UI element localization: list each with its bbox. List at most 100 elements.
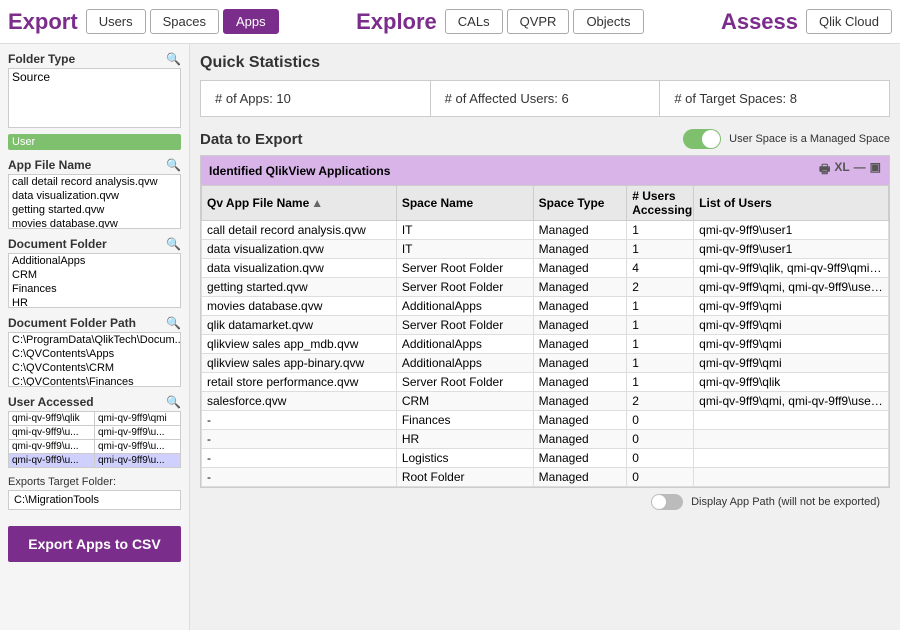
col-space-name[interactable]: Space Name	[396, 186, 533, 221]
document-folder-path-label: Document Folder Path	[8, 316, 136, 330]
cell-space: CRM	[396, 392, 533, 411]
document-folder-label: Document Folder	[8, 237, 107, 251]
table-row: getting started.qvwServer Root FolderMan…	[202, 278, 889, 297]
cell-users: 1	[627, 297, 694, 316]
cell-users: 1	[627, 335, 694, 354]
table-row: -Root FolderManaged0	[202, 468, 889, 487]
col-users-accessing[interactable]: # UsersAccessing	[627, 186, 694, 221]
folder-type-search-icon[interactable]: 🔍	[166, 52, 181, 66]
table-icon-excel[interactable]: XL	[834, 160, 849, 181]
display-path-toggle[interactable]	[651, 494, 683, 510]
cell-type: Managed	[533, 468, 627, 487]
exports-target-label: Exports Target Folder:	[8, 476, 181, 488]
cell-app: -	[202, 449, 397, 468]
cell-space: Server Root Folder	[396, 316, 533, 335]
data-export-header: Data to Export User Space is a Managed S…	[200, 129, 890, 149]
list-item[interactable]: HR	[9, 296, 180, 308]
exports-target-input[interactable]	[8, 490, 181, 510]
cell-list: qmi-qv-9ff9\user1	[694, 221, 889, 240]
cell-space: Server Root Folder	[396, 373, 533, 392]
list-item[interactable]: C:\QVContents\Finances	[9, 375, 180, 387]
document-path-list[interactable]: C:\ProgramData\QlikTech\Docum... C:\QVCo…	[8, 332, 181, 387]
cell-app: data visualization.qvw	[202, 240, 397, 259]
document-folder-list[interactable]: AdditionalApps CRM Finances HR IT	[8, 253, 181, 308]
list-item[interactable]: C:\QVContents\CRM	[9, 361, 180, 375]
table-icon-minimize[interactable]: —	[854, 160, 866, 181]
cell-app: qlik datamarket.qvw	[202, 316, 397, 335]
toggle-sm-knob	[652, 495, 666, 509]
cell-list: qmi-qv-9ff9\qmi	[694, 297, 889, 316]
tab-cals[interactable]: CALs	[445, 9, 503, 34]
list-item[interactable]: C:\ProgramData\QlikTech\Docum...	[9, 333, 180, 347]
table-section-label: Identified QlikView Applications	[209, 164, 390, 178]
table-row: data visualization.qvwServer Root Folder…	[202, 259, 889, 278]
cell-list	[694, 468, 889, 487]
list-item[interactable]: C:\QVContents\Apps	[9, 347, 180, 361]
folder-type-selected[interactable]: User	[8, 134, 181, 150]
cell-app: -	[202, 430, 397, 449]
folder-type-list[interactable]: Source	[8, 68, 181, 128]
cell-type: Managed	[533, 297, 627, 316]
app-file-list[interactable]: call detail record analysis.qvw data vis…	[8, 174, 181, 229]
user-accessed-search-icon[interactable]: 🔍	[166, 395, 181, 409]
cell-list: qmi-qv-9ff9\user1	[694, 240, 889, 259]
cell-list: qmi-qv-9ff9\qlik	[694, 373, 889, 392]
cell-users: 2	[627, 392, 694, 411]
table-row: -FinancesManaged0	[202, 411, 889, 430]
list-item[interactable]: Source	[9, 69, 180, 85]
toggle-container: User Space is a Managed Space	[683, 129, 890, 149]
data-export-title: Data to Export	[200, 131, 683, 148]
user-cell[interactable]: qmi-qv-9ff9\u...	[9, 426, 94, 439]
col-app-name[interactable]: Qv App File Name▲	[202, 186, 397, 221]
list-item[interactable]: CRM	[9, 268, 180, 282]
list-item[interactable]: Finances	[9, 282, 180, 296]
table-icons: 🖶 XL — ▣	[819, 160, 881, 181]
cell-list	[694, 430, 889, 449]
document-folder-search-icon[interactable]: 🔍	[166, 237, 181, 251]
document-path-search-icon[interactable]: 🔍	[166, 316, 181, 330]
list-item[interactable]: getting started.qvw	[9, 203, 180, 217]
table-row: salesforce.qvwCRMManaged2qmi-qv-9ff9\qmi…	[202, 392, 889, 411]
cell-type: Managed	[533, 354, 627, 373]
main-layout: Folder Type 🔍 Source User App File Name …	[0, 44, 900, 630]
stat-num-affected: # of Affected Users: 6	[431, 80, 661, 117]
list-item[interactable]: movies database.qvw	[9, 217, 180, 229]
toggle-knob	[702, 130, 720, 148]
cell-list	[694, 411, 889, 430]
user-cell[interactable]: qmi-qv-9ff9\u...	[95, 440, 180, 453]
list-item[interactable]: data visualization.qvw	[9, 189, 180, 203]
cell-list	[694, 449, 889, 468]
user-cell[interactable]: qmi-qv-9ff9\u...	[9, 440, 94, 453]
col-list-users[interactable]: List of Users	[694, 186, 889, 221]
folder-type-section: Folder Type 🔍 Source User	[8, 52, 181, 150]
tab-spaces[interactable]: Spaces	[150, 9, 219, 34]
tab-apps[interactable]: Apps	[223, 9, 279, 34]
cell-users: 1	[627, 221, 694, 240]
table-row: qlik datamarket.qvwServer Root FolderMan…	[202, 316, 889, 335]
cell-list: qmi-qv-9ff9\qmi	[694, 354, 889, 373]
tab-qlik-cloud[interactable]: Qlik Cloud	[806, 9, 892, 34]
list-item[interactable]: call detail record analysis.qvw	[9, 175, 180, 189]
cell-users: 1	[627, 240, 694, 259]
app-file-name-label: App File Name	[8, 158, 91, 172]
user-cell[interactable]: qmi-qv-9ff9\qmi	[95, 412, 180, 425]
export-apps-button[interactable]: Export Apps to CSV	[8, 526, 181, 562]
user-cell-selected[interactable]: qmi-qv-9ff9\u...	[95, 454, 180, 467]
col-space-type[interactable]: Space Type	[533, 186, 627, 221]
cell-app: -	[202, 468, 397, 487]
user-cell[interactable]: qmi-qv-9ff9\u...	[95, 426, 180, 439]
cell-type: Managed	[533, 259, 627, 278]
list-item[interactable]: AdditionalApps	[9, 254, 180, 268]
cell-app: -	[202, 411, 397, 430]
cell-list: qmi-qv-9ff9\qmi	[694, 335, 889, 354]
user-cell-selected[interactable]: qmi-qv-9ff9\u...	[9, 454, 94, 467]
tab-users[interactable]: Users	[86, 9, 146, 34]
tab-objects[interactable]: Objects	[573, 9, 643, 34]
user-cell[interactable]: qmi-qv-9ff9\qlik	[9, 412, 94, 425]
table-icon-print[interactable]: 🖶	[819, 160, 830, 181]
table-icon-window[interactable]: ▣	[870, 160, 881, 181]
managed-space-toggle[interactable]	[683, 129, 721, 149]
cell-type: Managed	[533, 278, 627, 297]
tab-qvpr[interactable]: QVPR	[507, 9, 570, 34]
app-file-search-icon[interactable]: 🔍	[166, 158, 181, 172]
